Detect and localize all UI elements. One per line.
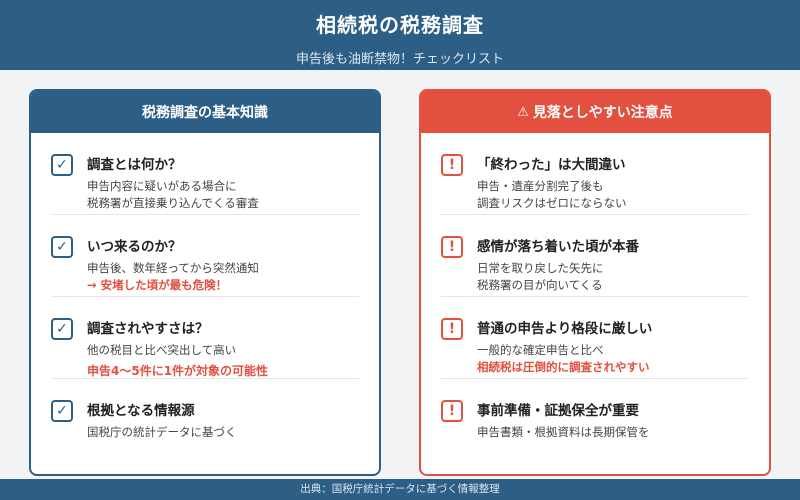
checkbox-icon: ✓ [51, 154, 73, 176]
item-text: 税務署の目が向いてくる [477, 278, 603, 292]
item-title: いつ来るのか？ [87, 239, 182, 255]
item-title: 調査されやすさは？ [87, 321, 209, 337]
list-item: ! 感情が落ち着いた頃が本番 日常を取り戻した矢先に 税務署の目が向いてくる [441, 215, 749, 297]
list-item: ✓ いつ来るのか？ 申告後、数年経ってから突然通知 → 安堵した頃が最も危険！ [51, 215, 359, 297]
item-title: 根拠となる情報源 [87, 403, 195, 419]
list-item: ! 事前準備・証拠保全が重要 申告書類・根拠資料は長期保管を [441, 379, 749, 461]
exclamation-icon: ! [441, 400, 463, 422]
item-text: 申告後、数年経ってから突然通知 [87, 261, 259, 275]
list-item: ! 普通の申告より格段に厳しい 一般的な確定申告と比べ 相続税は圧倒的に調査され… [441, 297, 749, 379]
page-subtitle: 申告後も油断禁物！チェックリスト [295, 52, 504, 67]
item-text: 申告・遺産分割完了後も [477, 179, 604, 193]
item-text: 他の税目と比べ突出して高い [87, 343, 237, 357]
list-item: ✓ 調査とは何か？ 申告内容に疑いがある場合に 税務署が直接乗り込んでくる審査 [51, 133, 359, 215]
checkbox-icon: ✓ [51, 400, 73, 422]
page-header: 相続税の税務調査 申告後も油断禁物！チェックリスト [0, 0, 800, 70]
item-alert-text: 相続税は圧倒的に調査されやすい [477, 360, 650, 374]
item-text: 国税庁の統計データに基づく [87, 425, 237, 439]
item-title: 調査とは何か？ [87, 157, 182, 173]
item-text: 一般的な確定申告と比べ [477, 343, 604, 357]
basic-knowledge-card-title: 税務調査の基本知識 [31, 91, 379, 133]
list-item: ✓ 調査されやすさは？ 他の税目と比べ突出して高い 申告4〜5件に1件が対象の可… [51, 297, 359, 379]
page-title: 相続税の税務調査 [316, 13, 484, 37]
caution-points-card-header: ⚠ 見落としやすい注意点 [421, 91, 769, 133]
item-text: 申告書類・根拠資料は長期保管を [477, 425, 650, 439]
basic-knowledge-card: 税務調査の基本知識 ✓ 調査とは何か？ 申告内容に疑いがある場合に 税務署が直接… [29, 89, 381, 476]
checkbox-icon: ✓ [51, 236, 73, 258]
list-item: ! 「終わった」は大間違い 申告・遺産分割完了後も 調査リスクはゼロにならない [441, 133, 749, 215]
item-title: 普通の申告より格段に厳しい [477, 321, 653, 337]
item-text: 申告内容に疑いがある場合に [87, 179, 237, 193]
item-alert-text: → 安堵した頃が最も危険！ [87, 278, 228, 292]
item-title: 「終わった」は大間違い [477, 157, 626, 173]
item-title: 感情が落ち着いた頃が本番 [477, 239, 639, 255]
source-footer: 出典：国税庁統計データに基づく情報整理 [0, 479, 800, 500]
caution-points-card: ⚠ 見落としやすい注意点 ! 「終わった」は大間違い 申告・遺産分割完了後も 調… [419, 89, 771, 476]
item-text: 調査リスクはゼロにならない [477, 196, 627, 210]
item-text: 日常を取り戻した矢先に [477, 261, 604, 275]
exclamation-icon: ! [441, 154, 463, 176]
exclamation-icon: ! [441, 236, 463, 258]
item-title: 事前準備・証拠保全が重要 [477, 403, 639, 419]
list-item: ✓ 根拠となる情報源 国税庁の統計データに基づく [51, 379, 359, 461]
checkbox-icon: ✓ [51, 318, 73, 340]
item-text: 税務署が直接乗り込んでくる審査 [87, 196, 259, 210]
exclamation-icon: ! [441, 318, 463, 340]
warning-triangle-icon: ⚠ [517, 104, 529, 120]
caution-points-card-title: 見落としやすい注意点 [532, 105, 673, 121]
item-alert-text: 申告4〜5件に1件が対象の可能性 [87, 364, 269, 378]
